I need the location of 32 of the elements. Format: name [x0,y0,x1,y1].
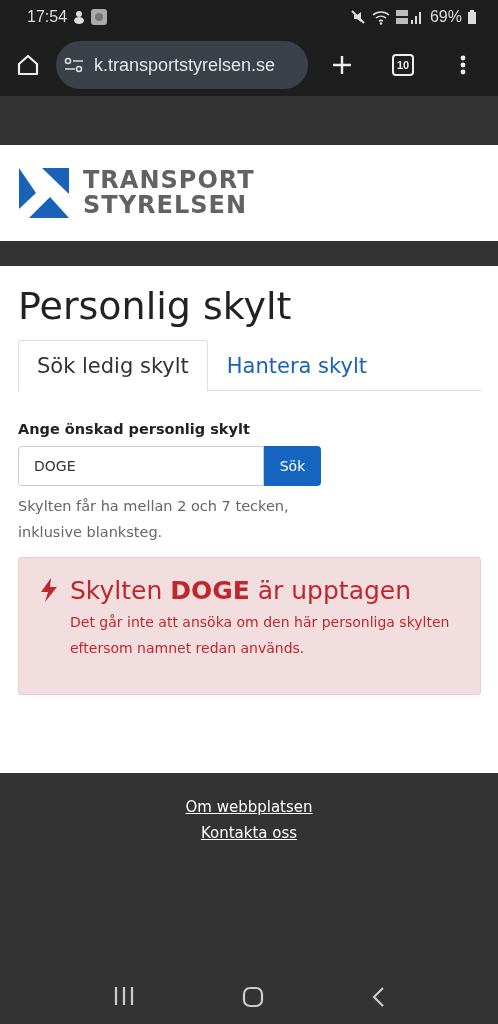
mute-icon [349,9,366,25]
battery-icon [468,10,476,24]
home-button-icon[interactable] [242,986,264,1008]
site-settings-icon[interactable] [64,57,84,73]
battery-percent: 69% [429,8,462,26]
search-button[interactable]: Sök [264,446,321,486]
lightning-icon [40,578,58,602]
more-icon[interactable] [460,55,466,75]
footer-link[interactable]: Kontakta oss [200,820,298,846]
hint-text: Skylten får ha mellan 2 och 7 tecken, inklusive blanksteg. [18,497,290,542]
alert-title: Skylten DOGE är upptagen [70,575,413,607]
field-label: Ange önskad personlig skylt [18,421,251,437]
footer-link[interactable]: Om webbplatsen [185,794,313,820]
plate-input-field[interactable]: DOGE [18,446,264,486]
app-icon [91,9,108,25]
tab-count-button[interactable]: 10 [392,54,414,76]
signal-icon [395,9,424,25]
alert-message: Det går inte att ansöka om den här personliga skylten eftersom namnet redan används. [70,613,451,658]
tab[interactable]: Sök ledig skylt [18,340,208,391]
logo-text: STYRELSEN [83,193,248,218]
logo-icon [19,168,69,218]
page-title: Personlig skylt [18,283,293,330]
notification-icon [73,10,86,24]
address-bar[interactable]: k.transportstyrelsen.se [56,41,308,89]
back-icon[interactable] [370,986,385,1008]
home-icon[interactable] [16,53,40,77]
logo-text: TRANSPORT [83,168,255,193]
plus-icon[interactable] [332,55,352,75]
recent-apps-icon[interactable] [113,986,136,1006]
clock-time: 17:54 [27,8,68,26]
wifi-icon [371,9,390,25]
tab[interactable]: Hantera skylt [207,340,386,391]
